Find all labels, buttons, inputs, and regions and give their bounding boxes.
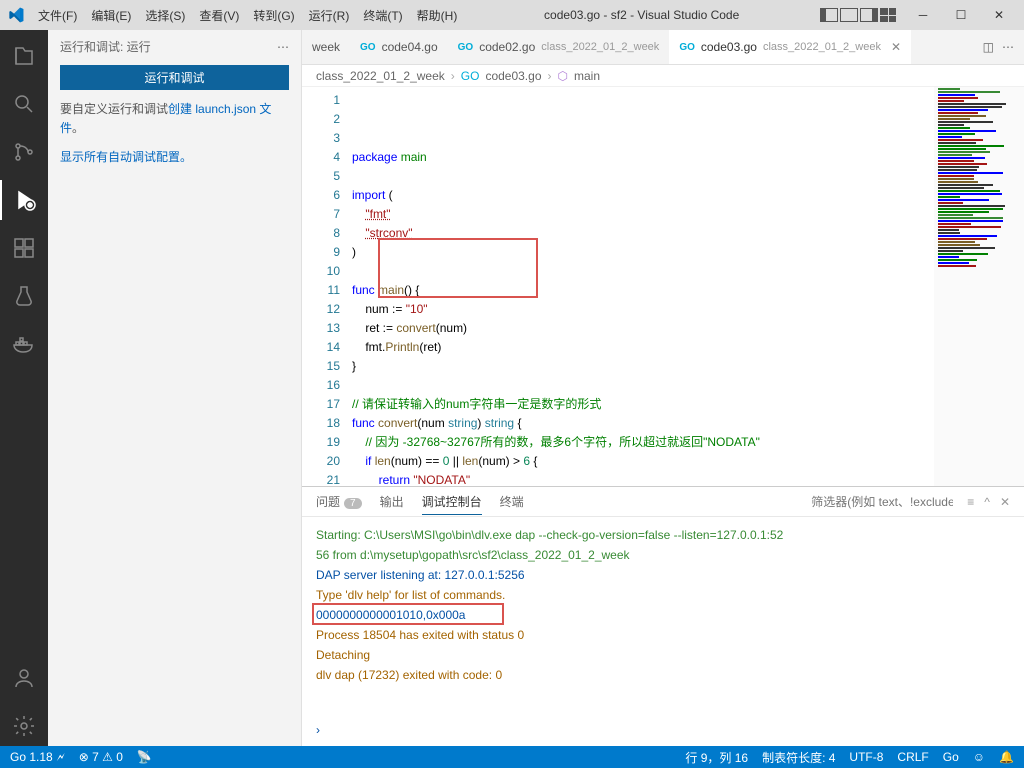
code-line[interactable]: [352, 167, 934, 186]
status-ports-icon[interactable]: 📡: [137, 750, 152, 764]
panel-tab[interactable]: 终端: [500, 489, 524, 514]
code-line[interactable]: return "NODATA": [352, 471, 934, 486]
console-prompt[interactable]: ›: [316, 720, 320, 740]
editor-area: weekGOcode04.goGOcode02.goclass_2022_01_…: [302, 30, 1024, 746]
panel-close-icon[interactable]: ✕: [1000, 495, 1010, 509]
close-tab-icon[interactable]: ✕: [891, 40, 901, 54]
editor-tab[interactable]: GOcode02.goclass_2022_01_2_week: [448, 30, 670, 64]
menu-goto[interactable]: 转到(G): [247, 3, 300, 28]
status-indentation[interactable]: 制表符长度: 4: [762, 749, 835, 766]
vscode-icon: [8, 7, 24, 23]
console-line: DAP server listening at: 127.0.0.1:5256: [316, 565, 1010, 585]
activity-bar: [0, 30, 48, 746]
code-line[interactable]: num := "10": [352, 300, 934, 319]
panel: 问题7 输出调试控制台终端 ≡ ^ ✕ Starting: C:\Users\MS…: [302, 486, 1024, 746]
console-line: Process 18504 has exited with status 0: [316, 625, 1010, 645]
filter-settings-icon[interactable]: ≡: [967, 495, 974, 509]
run-debug-icon[interactable]: [0, 180, 48, 220]
debug-console[interactable]: Starting: C:\Users\MSI\go\bin\dlv.exe da…: [302, 517, 1024, 746]
more-icon[interactable]: ⋯: [277, 40, 289, 54]
panel-maximize-icon[interactable]: ^: [984, 495, 990, 509]
window-title: code03.go - sf2 - Visual Studio Code: [463, 8, 820, 22]
code-line[interactable]: "strconv": [352, 224, 934, 243]
console-line: Type 'dlv help' for list of commands.: [316, 585, 1010, 605]
account-icon[interactable]: [0, 658, 48, 698]
status-language[interactable]: Go: [943, 749, 959, 766]
code-line[interactable]: fmt.Println(ret): [352, 338, 934, 357]
panel-tab[interactable]: 调试控制台: [422, 489, 482, 515]
docker-icon[interactable]: [0, 324, 48, 364]
panel-filter: ≡ ^ ✕: [807, 493, 1010, 511]
title-bar: 文件(F) 编辑(E) 选择(S) 查看(V) 转到(G) 运行(R) 终端(T…: [0, 0, 1024, 30]
status-eol[interactable]: CRLF: [897, 749, 928, 766]
editor-tab[interactable]: week: [302, 30, 350, 64]
filter-input[interactable]: [807, 493, 957, 511]
status-feedback-icon[interactable]: ☺: [973, 749, 985, 766]
code-line[interactable]: [352, 262, 934, 281]
status-bar: Go 1.18 🗲 ⊗ 7 ⚠ 0 📡 行 9，列 16 制表符长度: 4 UT…: [0, 746, 1024, 768]
menu-view[interactable]: 查看(V): [193, 3, 245, 28]
window-controls: ─ ☐ ✕: [906, 8, 1016, 22]
console-line: Detaching: [316, 645, 1010, 665]
panel-tab[interactable]: 输出: [380, 489, 404, 514]
console-line: dlv dap (17232) exited with code: 0: [316, 665, 1010, 685]
maximize-button[interactable]: ☐: [944, 8, 978, 22]
code-editor[interactable]: 123456789101112131415161718192021 packag…: [302, 87, 1024, 486]
run-and-debug-button[interactable]: 运行和调试: [60, 65, 289, 90]
console-line: 56 from d:\mysetup\gopath\src\sf2\class_…: [316, 545, 1010, 565]
code-line[interactable]: if len(num) == 0 || len(num) > 6 {: [352, 452, 934, 471]
menu-run[interactable]: 运行(R): [303, 3, 356, 28]
sidebar-hint: 要自定义运行和调试创建 launch.json 文件。: [60, 100, 289, 138]
breadcrumb[interactable]: class_2022_01_2_week› GOcode03.go› ⬡main: [302, 65, 1024, 87]
status-notifications-icon[interactable]: 🔔: [999, 749, 1014, 766]
show-all-configs-link[interactable]: 显示所有自动调试配置。: [60, 150, 192, 164]
status-encoding[interactable]: UTF-8: [849, 749, 883, 766]
code-line[interactable]: ): [352, 243, 934, 262]
explorer-icon[interactable]: [0, 36, 48, 76]
search-icon[interactable]: [0, 84, 48, 124]
layout-controls[interactable]: [820, 8, 896, 22]
code-line[interactable]: [352, 376, 934, 395]
run-debug-sidebar: 运行和调试: 运行 ⋯ 运行和调试 要自定义运行和调试创建 launch.jso…: [48, 30, 302, 746]
split-editor-icon[interactable]: ◫: [983, 40, 994, 54]
editor-tab[interactable]: GOcode04.go: [350, 30, 448, 64]
code-line[interactable]: func main() {: [352, 281, 934, 300]
code-line[interactable]: package main: [352, 148, 934, 167]
highlight-box-terminal: [312, 603, 504, 625]
code-line[interactable]: // 请保证转输入的num字符串一定是数字的形式: [352, 395, 934, 414]
menu-terminal[interactable]: 终端(T): [357, 3, 408, 28]
status-cursor-position[interactable]: 行 9，列 16: [685, 749, 748, 766]
menu-bar: 文件(F) 编辑(E) 选择(S) 查看(V) 转到(G) 运行(R) 终端(T…: [32, 3, 463, 28]
minimize-button[interactable]: ─: [906, 8, 940, 22]
code-line[interactable]: import (: [352, 186, 934, 205]
console-line: Starting: C:\Users\MSI\go\bin\dlv.exe da…: [316, 525, 1010, 545]
sidebar-header: 运行和调试: 运行 ⋯: [60, 38, 289, 55]
status-go-version[interactable]: Go 1.18 🗲: [10, 750, 65, 765]
extensions-icon[interactable]: [0, 228, 48, 268]
status-problems[interactable]: ⊗ 7 ⚠ 0: [79, 750, 123, 764]
code-line[interactable]: func convert(num string) string {: [352, 414, 934, 433]
menu-help[interactable]: 帮助(H): [411, 3, 464, 28]
editor-tabs: weekGOcode04.goGOcode02.goclass_2022_01_…: [302, 30, 1024, 65]
source-control-icon[interactable]: [0, 132, 48, 172]
code-line[interactable]: // 因为 -32768~32767所有的数，最多6个字符，所以超过就返回"NO…: [352, 433, 934, 452]
more-actions-icon[interactable]: ⋯: [1002, 40, 1014, 54]
testing-icon[interactable]: [0, 276, 48, 316]
code-line[interactable]: ret := convert(num): [352, 319, 934, 338]
menu-file[interactable]: 文件(F): [32, 3, 83, 28]
code-line[interactable]: }: [352, 357, 934, 376]
panel-tabs: 问题7 输出调试控制台终端 ≡ ^ ✕: [302, 487, 1024, 517]
editor-tab[interactable]: GOcode03.goclass_2022_01_2_week✕: [669, 30, 911, 64]
minimap[interactable]: [934, 87, 1024, 486]
code-line[interactable]: "fmt": [352, 205, 934, 224]
menu-edit[interactable]: 编辑(E): [85, 3, 137, 28]
panel-tab[interactable]: 问题7: [316, 489, 362, 514]
close-button[interactable]: ✕: [982, 8, 1016, 22]
menu-select[interactable]: 选择(S): [139, 3, 191, 28]
settings-icon[interactable]: [0, 706, 48, 746]
